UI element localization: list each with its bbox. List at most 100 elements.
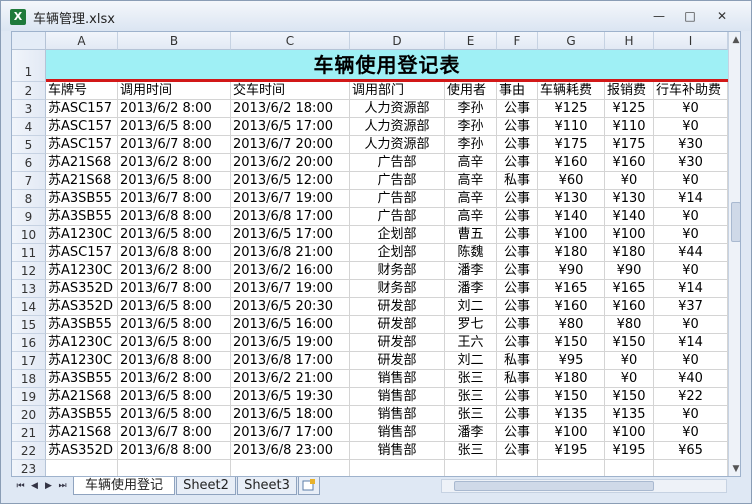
table-cell[interactable]: ¥110 [538,118,605,136]
table-cell[interactable]: ¥44 [654,244,728,262]
row-header[interactable]: 2 [12,82,46,100]
table-cell[interactable]: ¥0 [605,352,654,370]
table-cell[interactable]: 潘李 [445,280,497,298]
row-header[interactable]: 8 [12,190,46,208]
table-cell[interactable]: 罗七 [445,316,497,334]
row-header[interactable]: 6 [12,154,46,172]
row-header[interactable]: 4 [12,118,46,136]
sheet-tab[interactable]: 车辆使用登记 [73,477,175,495]
table-cell[interactable]: 人力资源部 [350,118,445,136]
table-cell[interactable]: 李孙 [445,100,497,118]
minimize-button[interactable]: — [646,8,672,26]
table-cell[interactable]: ¥60 [538,172,605,190]
column-header-a[interactable]: A [46,32,118,50]
table-cell[interactable]: 研发部 [350,334,445,352]
sheet-title-cell[interactable]: 车辆使用登记表 [46,50,728,82]
table-cell[interactable]: 苏A3SB55 [46,208,118,226]
table-cell[interactable]: 2013/6/7 8:00 [118,136,231,154]
table-cell[interactable]: 研发部 [350,316,445,334]
table-cell[interactable]: 公事 [497,298,538,316]
table-cell[interactable]: ¥14 [654,334,728,352]
header-cell[interactable]: 行车补助费 [654,82,728,100]
header-cell[interactable]: 报销费 [605,82,654,100]
column-header-f[interactable]: F [497,32,538,50]
sheet-tab[interactable]: Sheet3 [237,477,297,495]
table-cell[interactable]: ¥135 [538,406,605,424]
table-cell[interactable]: 曹五 [445,226,497,244]
table-cell[interactable]: ¥95 [538,352,605,370]
row-header[interactable]: 17 [12,352,46,370]
table-cell[interactable]: 王六 [445,334,497,352]
table-cell[interactable]: 2013/6/8 8:00 [118,352,231,370]
row-header[interactable]: 7 [12,172,46,190]
table-cell[interactable]: ¥80 [605,316,654,334]
table-cell[interactable] [231,460,350,476]
column-header-g[interactable]: G [538,32,605,50]
row-header[interactable]: 5 [12,136,46,154]
table-cell[interactable]: 高辛 [445,208,497,226]
table-cell[interactable]: 研发部 [350,352,445,370]
column-header-e[interactable]: E [445,32,497,50]
table-cell[interactable]: 公事 [497,262,538,280]
table-cell[interactable]: 人力资源部 [350,136,445,154]
table-cell[interactable]: ¥130 [538,190,605,208]
header-cell[interactable]: 调用部门 [350,82,445,100]
table-cell[interactable]: 广告部 [350,190,445,208]
table-cell[interactable]: ¥165 [605,280,654,298]
table-cell[interactable]: 2013/6/8 8:00 [118,208,231,226]
table-cell[interactable]: 公事 [497,388,538,406]
table-cell[interactable]: 企划部 [350,226,445,244]
table-cell[interactable]: 2013/6/2 20:00 [231,154,350,172]
first-sheet-icon[interactable]: ⏮ [14,479,27,493]
table-cell[interactable]: 2013/6/7 8:00 [118,280,231,298]
table-cell[interactable]: 2013/6/2 16:00 [231,262,350,280]
table-cell[interactable]: ¥100 [538,424,605,442]
table-cell[interactable]: 张三 [445,406,497,424]
row-header[interactable]: 11 [12,244,46,262]
table-cell[interactable]: 公事 [497,334,538,352]
table-cell[interactable]: ¥0 [654,100,728,118]
table-cell[interactable] [538,460,605,476]
table-cell[interactable]: ¥180 [605,244,654,262]
table-cell[interactable]: ¥0 [654,172,728,190]
table-cell[interactable]: 2013/6/7 8:00 [118,190,231,208]
table-cell[interactable]: ¥140 [605,208,654,226]
table-cell[interactable]: 2013/6/5 12:00 [231,172,350,190]
table-cell[interactable]: ¥150 [538,388,605,406]
table-cell[interactable]: 公事 [497,100,538,118]
table-cell[interactable]: ¥80 [538,316,605,334]
table-cell[interactable]: 苏A3SB55 [46,316,118,334]
table-cell[interactable]: 苏A21S68 [46,388,118,406]
table-cell[interactable]: 广告部 [350,154,445,172]
table-cell[interactable]: 销售部 [350,388,445,406]
header-cell[interactable]: 车辆耗费 [538,82,605,100]
header-cell[interactable]: 调用时间 [118,82,231,100]
table-cell[interactable] [497,460,538,476]
table-cell[interactable]: ¥90 [605,262,654,280]
table-cell[interactable]: 2013/6/5 16:00 [231,316,350,334]
table-cell[interactable]: 苏A21S68 [46,424,118,442]
table-cell[interactable]: 2013/6/2 8:00 [118,262,231,280]
table-cell[interactable]: ¥160 [538,298,605,316]
row-header[interactable]: 15 [12,316,46,334]
table-cell[interactable]: ¥100 [605,226,654,244]
insert-sheet-icon[interactable] [298,477,320,495]
table-cell[interactable]: ¥135 [605,406,654,424]
select-all-corner[interactable] [12,32,46,50]
table-cell[interactable]: 公事 [497,118,538,136]
table-cell[interactable]: ¥0 [654,424,728,442]
sheet-tab[interactable]: Sheet2 [176,477,236,495]
table-cell[interactable]: ¥65 [654,442,728,460]
table-cell[interactable]: 李孙 [445,118,497,136]
table-cell[interactable]: 李孙 [445,136,497,154]
maximize-button[interactable]: □ [677,8,703,26]
table-cell[interactable]: ¥160 [538,154,605,172]
table-cell[interactable]: 张三 [445,370,497,388]
table-cell[interactable]: ¥195 [605,442,654,460]
table-cell[interactable]: ¥160 [605,298,654,316]
table-cell[interactable]: 2013/6/5 17:00 [231,118,350,136]
table-cell[interactable]: ¥22 [654,388,728,406]
table-cell[interactable]: 公事 [497,424,538,442]
table-cell[interactable]: 2013/6/8 8:00 [118,442,231,460]
table-cell[interactable]: ¥125 [605,100,654,118]
